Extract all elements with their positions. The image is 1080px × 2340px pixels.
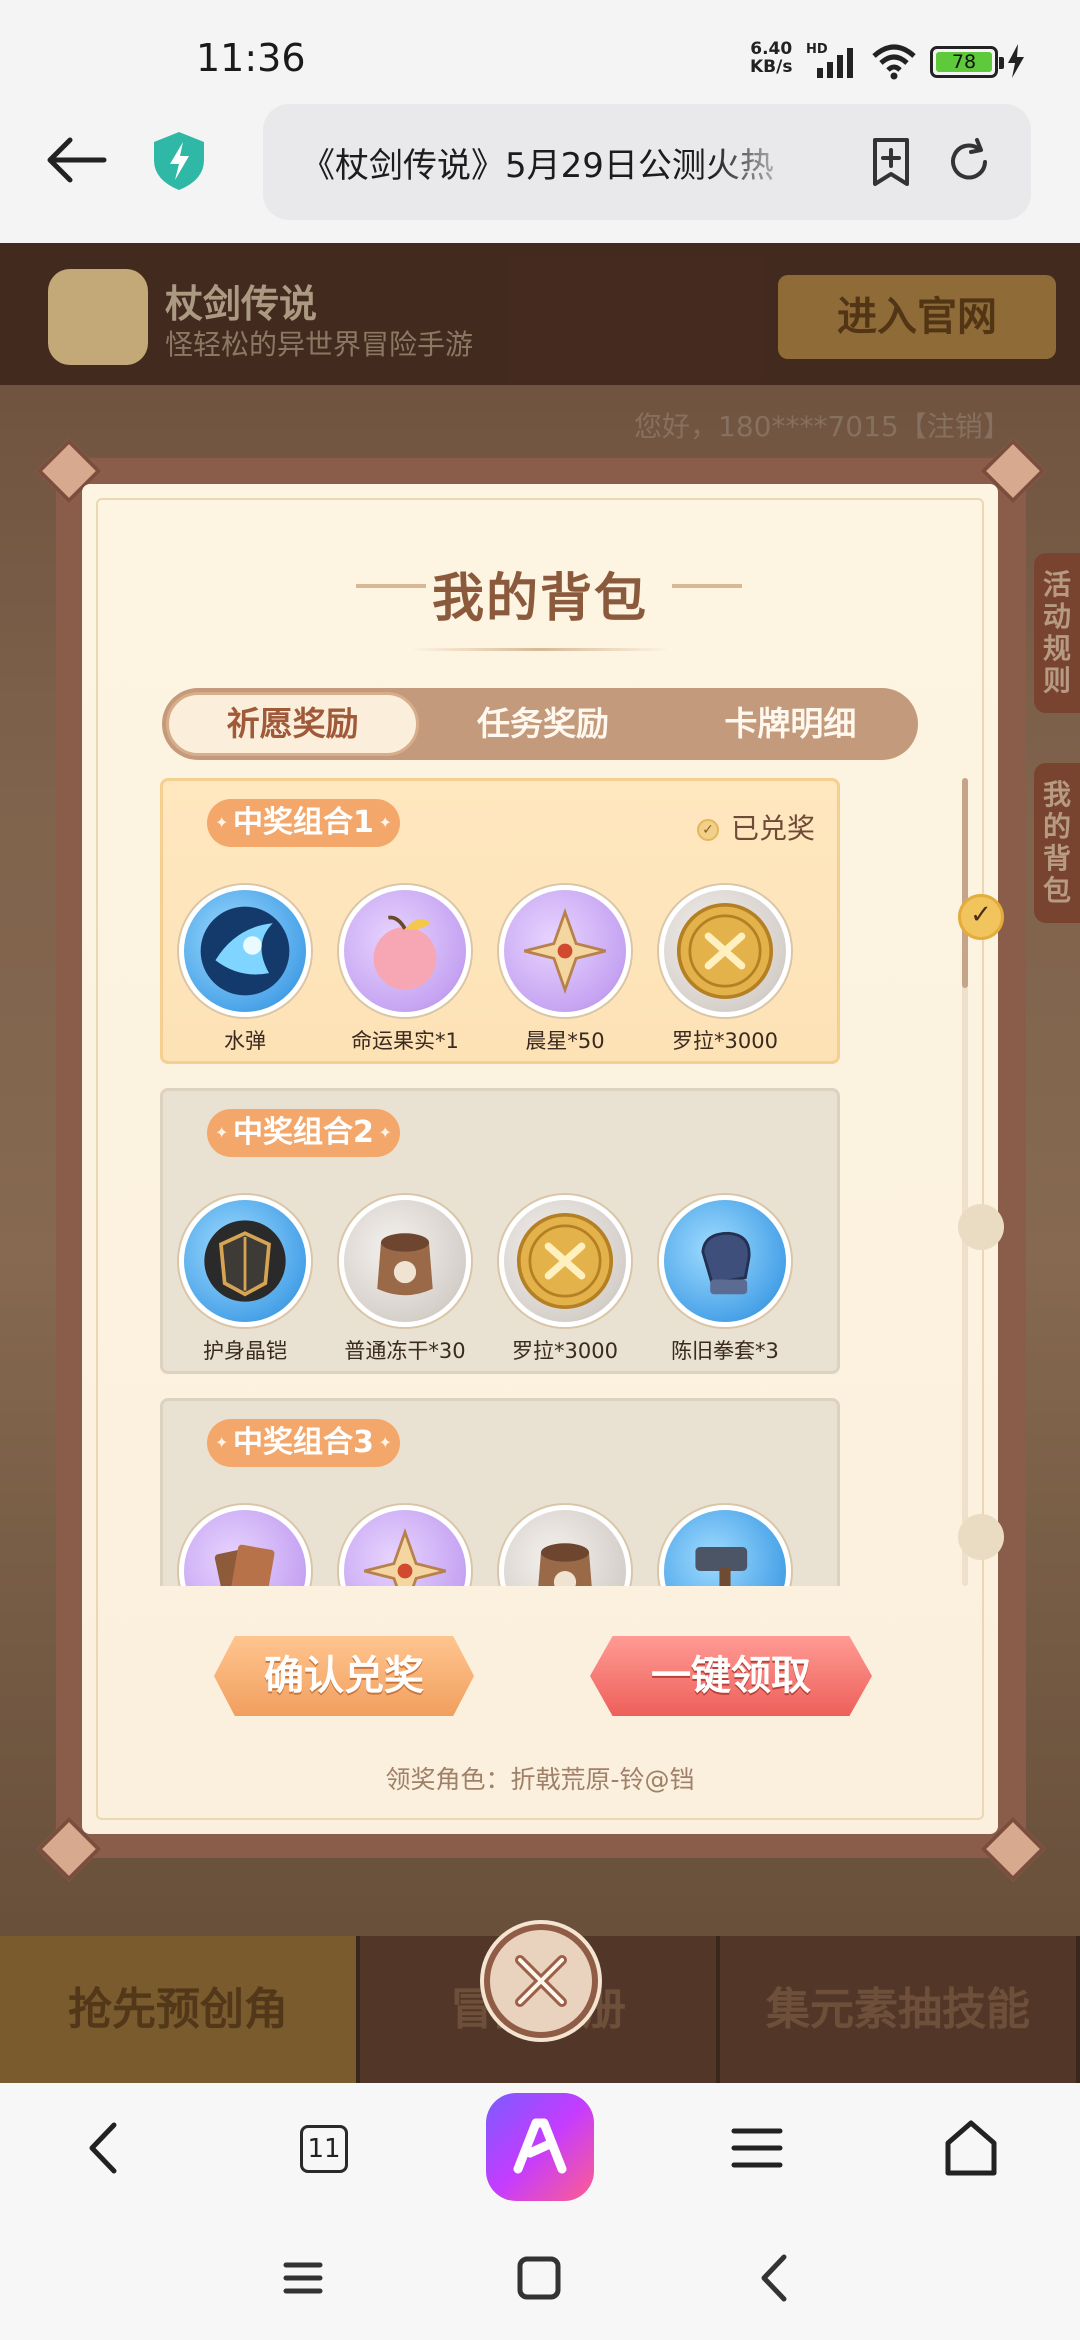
page-title-url[interactable]: 《杖剑传说》5月29日公测火热 (301, 138, 801, 187)
item-name: 陈旧拳套*3 (671, 1339, 779, 1363)
confirm-redeem-button[interactable]: 确认兑奖 (214, 1636, 474, 1716)
item-name: 护身晶铠 (203, 1339, 287, 1363)
reward-combo-3[interactable]: 中奖组合3 (160, 1398, 840, 1586)
browser-toolbar: 《杖剑传说》5月29日公测火热 (0, 100, 1080, 243)
reward-item[interactable]: 罗拉*3000 (495, 1195, 635, 1365)
reward-item[interactable]: 普通冻干*30 (335, 1195, 475, 1365)
reward-item[interactable] (495, 1505, 635, 1586)
status-bar: 11:36 6.40 KB/s HD 78 (0, 0, 1080, 100)
net-speed-value: 6.40 (750, 39, 793, 59)
lola-coin-icon (499, 1195, 631, 1327)
claimed-text: 已兑奖 (730, 812, 815, 845)
reward-item[interactable]: 晨星*50 (495, 885, 635, 1055)
system-back-icon[interactable] (730, 2233, 820, 2323)
item-name: 命运果实*1 (351, 1029, 459, 1053)
ai-assistant-icon[interactable] (486, 2093, 594, 2201)
system-navigation-bar (0, 2213, 1080, 2340)
net-speed: 6.40 KB/s (750, 40, 792, 76)
recent-apps-icon[interactable] (258, 2233, 348, 2323)
battery-level: 78 (951, 51, 977, 73)
hammer-icon (659, 1505, 791, 1586)
modal-title: 我的背包 (431, 568, 648, 629)
reward-item[interactable]: 罗拉*3000 (655, 885, 795, 1055)
tab-wish-rewards[interactable]: 祈愿奖励 (166, 692, 420, 756)
fate-fruit-icon (339, 885, 471, 1017)
crystal-armor-icon (179, 1195, 311, 1327)
system-home-icon[interactable] (494, 2233, 584, 2323)
old-gauntlet-icon (659, 1195, 791, 1327)
add-bookmark-icon[interactable] (863, 134, 919, 190)
address-bar[interactable]: 《杖剑传说》5月29日公测火热 (263, 104, 1031, 220)
lola-coin-icon (659, 885, 791, 1017)
reward-role-info: 领奖角色：折戟荒原-铃@铛 (385, 1765, 695, 1794)
charging-icon (1008, 44, 1024, 78)
combo-label: 中奖组合3 (207, 1419, 400, 1467)
reward-item[interactable]: 护身晶铠 (175, 1195, 315, 1365)
reward-item[interactable] (655, 1505, 795, 1586)
tabs-count-button[interactable]: 11 (300, 2125, 348, 2173)
item-name: 罗拉*3000 (672, 1029, 778, 1053)
combo-2-select-checkbox[interactable] (958, 1204, 1004, 1250)
signal-icon (817, 48, 853, 78)
browser-bottom-nav: 11 (0, 2083, 1080, 2213)
combo-3-select-checkbox[interactable] (958, 1514, 1004, 1560)
reward-item[interactable] (175, 1505, 315, 1586)
refresh-icon[interactable] (941, 134, 997, 190)
item-name: 水弹 (224, 1029, 266, 1053)
reward-tabs: 祈愿奖励 任务奖励 卡牌明细 (162, 688, 918, 760)
item-name: 罗拉*3000 (512, 1339, 618, 1363)
combo-label: 中奖组合2 (207, 1109, 400, 1157)
security-shield-icon[interactable] (150, 130, 208, 192)
morning-star-icon (499, 885, 631, 1017)
net-speed-unit: KB/s (750, 57, 793, 77)
battery-icon: 78 (930, 46, 1004, 78)
reward-item[interactable]: 水弹 (175, 885, 315, 1055)
claim-all-button[interactable]: 一键领取 (590, 1636, 872, 1716)
card-pack-icon (179, 1505, 311, 1586)
reward-item[interactable]: 命运果实*1 (335, 885, 475, 1055)
water-bullet-icon (179, 885, 311, 1017)
freeze-dried-bag-icon (339, 1195, 471, 1327)
back-arrow-icon[interactable] (44, 130, 114, 190)
reward-combo-2[interactable]: 中奖组合2 护身晶铠 普通冻干*30 罗拉*3000 (160, 1088, 840, 1374)
tab-card-details[interactable]: 卡牌明细 (667, 692, 914, 756)
reward-item[interactable] (335, 1505, 475, 1586)
backpack-modal: 我的背包 祈愿奖励 任务奖励 卡牌明细 中奖组合1 ✓ 已兑奖 水弹 命运果实*1 (82, 484, 1004, 1834)
status-time: 11:36 (196, 36, 306, 80)
home-icon[interactable] (926, 2103, 1016, 2193)
combo-label: 中奖组合1 (207, 799, 400, 847)
check-icon: ✓ (696, 819, 719, 841)
close-icon (515, 1955, 567, 2007)
nav-back-icon[interactable] (60, 2103, 150, 2193)
reward-combo-1[interactable]: 中奖组合1 ✓ 已兑奖 水弹 命运果实*1 晨星*50 (160, 778, 840, 1064)
title-divider (412, 648, 668, 651)
reward-item[interactable]: 陈旧拳套*3 (655, 1195, 795, 1365)
wifi-icon (872, 44, 916, 80)
scrollbar-thumb[interactable] (962, 778, 968, 988)
reward-combo-list[interactable]: 中奖组合1 ✓ 已兑奖 水弹 命运果实*1 晨星*50 (160, 778, 920, 1586)
close-modal-button[interactable] (484, 1924, 598, 2038)
item-name: 晨星*50 (525, 1029, 605, 1053)
combo-1-select-checkbox[interactable]: ✓ (958, 894, 1004, 940)
morning-star-icon (339, 1505, 471, 1586)
item-name: 普通冻干*30 (344, 1339, 466, 1363)
tab-task-rewards[interactable]: 任务奖励 (419, 692, 666, 756)
claimed-status: ✓ 已兑奖 (696, 807, 815, 847)
menu-icon[interactable] (712, 2103, 802, 2193)
freeze-dried-bag-icon (499, 1505, 631, 1586)
